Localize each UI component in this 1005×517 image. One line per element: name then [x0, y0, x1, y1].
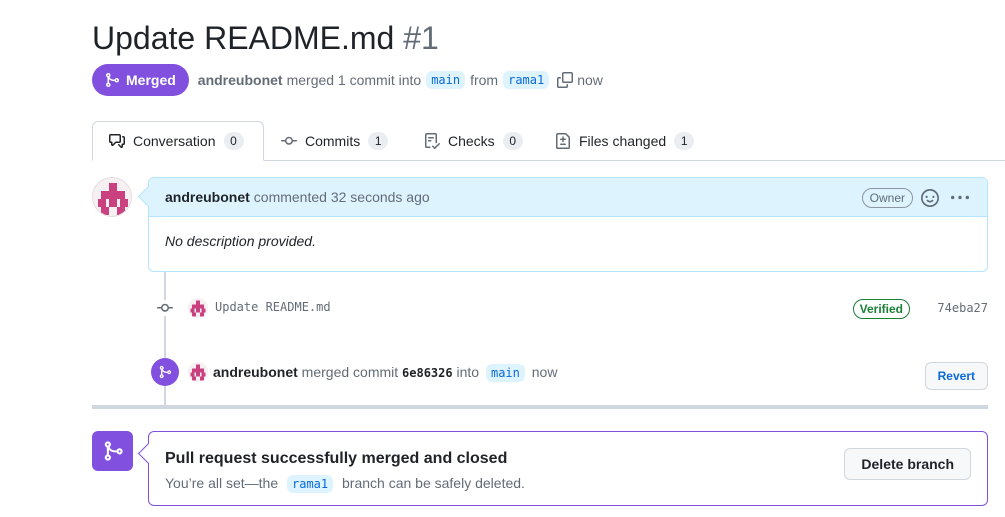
base-branch-link[interactable]: main: [426, 71, 466, 89]
merged-time: now: [531, 364, 558, 380]
git-merge-icon: [159, 365, 172, 379]
kebab-horizontal-icon[interactable]: [951, 189, 969, 207]
merge-status-box: Pull request successfully merged and clo…: [148, 431, 988, 506]
merged-event-badge: [151, 358, 179, 386]
merged-action: merged commit: [301, 364, 399, 380]
tab-commits-count: 1: [368, 132, 389, 150]
tab-checks-label: Checks: [448, 133, 495, 149]
deletable-branch-link[interactable]: rama1: [287, 475, 334, 493]
pr-number: #1: [403, 20, 439, 56]
comment-action: commented 32 seconds ago: [253, 189, 430, 205]
comment-header: andreubonet commented 32 seconds ago Own…: [149, 178, 987, 217]
timeline-divider: [92, 405, 988, 409]
tab-files-changed-label: Files changed: [579, 133, 667, 149]
delete-branch-button[interactable]: Delete branch: [844, 448, 971, 480]
merged-state-label: Merged: [126, 72, 176, 88]
merger-avatar[interactable]: [188, 362, 208, 382]
tab-conversation-label: Conversation: [133, 133, 216, 149]
verified-badge[interactable]: Verified: [852, 299, 910, 319]
tab-files-changed-count: 1: [674, 132, 695, 150]
commit-author-avatar[interactable]: [188, 298, 208, 318]
merge-commit-sha-link[interactable]: 6e86326: [402, 366, 453, 380]
from-text: from: [470, 72, 499, 88]
merge-sub-suffix: branch can be safely deleted.: [342, 475, 525, 491]
checklist-icon: [425, 133, 440, 149]
head-branch-link[interactable]: rama1: [503, 71, 550, 89]
revert-button[interactable]: Revert: [924, 362, 988, 390]
comment-author-link[interactable]: andreubonet: [165, 189, 250, 205]
tab-files-changed[interactable]: Files changed 1: [539, 121, 710, 161]
comment-body: No description provided.: [165, 233, 316, 249]
pr-title-text: Update README.md: [92, 20, 395, 56]
pr-meta-row: Merged andreubonet merged 1 commit into …: [92, 64, 603, 96]
tab-conversation[interactable]: Conversation 0: [92, 121, 264, 161]
git-merge-icon: [104, 441, 123, 461]
pr-tabs: Conversation 0 Commits 1 Checks 0 Files …: [92, 121, 1005, 161]
timeline-merged-event: andreubonet merged commit 6e86326 into m…: [151, 358, 988, 390]
pr-action-text: merged 1 commit into: [286, 72, 422, 88]
tab-checks[interactable]: Checks 0: [408, 121, 539, 161]
commit-message-link[interactable]: Update README.md: [215, 300, 331, 314]
merge-status-title: Pull request successfully merged and clo…: [165, 450, 508, 467]
pr-description-comment: andreubonet commented 32 seconds ago Own…: [148, 177, 988, 272]
tab-checks-count: 0: [502, 132, 523, 150]
file-diff-icon: [556, 133, 570, 149]
commit-sha-link[interactable]: 74eba27: [937, 301, 988, 315]
comment-author-avatar[interactable]: [92, 177, 132, 217]
pr-time: now: [577, 72, 603, 88]
merged-event-text: andreubonet merged commit 6e86326 into m…: [213, 364, 558, 382]
timeline-commit: Update README.md Verified 74eba27: [155, 296, 988, 320]
git-commit-icon: [281, 136, 297, 145]
pr-title: Update README.md #1: [92, 18, 439, 58]
comment-discussion-icon: [109, 134, 125, 148]
merger-author-link[interactable]: andreubonet: [213, 364, 298, 380]
smiley-icon[interactable]: [921, 189, 939, 207]
merge-sub-prefix: You’re all set—the: [165, 475, 279, 491]
merged-into-text: into: [456, 364, 480, 380]
tab-commits[interactable]: Commits 1: [265, 121, 404, 161]
git-merge-icon: [106, 73, 120, 87]
merged-state-badge: Merged: [92, 64, 189, 96]
git-commit-icon: [155, 300, 175, 316]
tab-commits-label: Commits: [305, 133, 361, 149]
pr-author-link[interactable]: andreubonet: [198, 72, 283, 88]
copy-icon[interactable]: [557, 72, 574, 88]
merge-status-icon-box: [92, 431, 133, 471]
merge-status-subtitle: You’re all set—the rama1 branch can be s…: [165, 475, 525, 493]
tab-conversation-count: 0: [223, 132, 244, 150]
owner-badge: Owner: [861, 188, 913, 208]
merged-branch-link[interactable]: main: [485, 364, 525, 382]
